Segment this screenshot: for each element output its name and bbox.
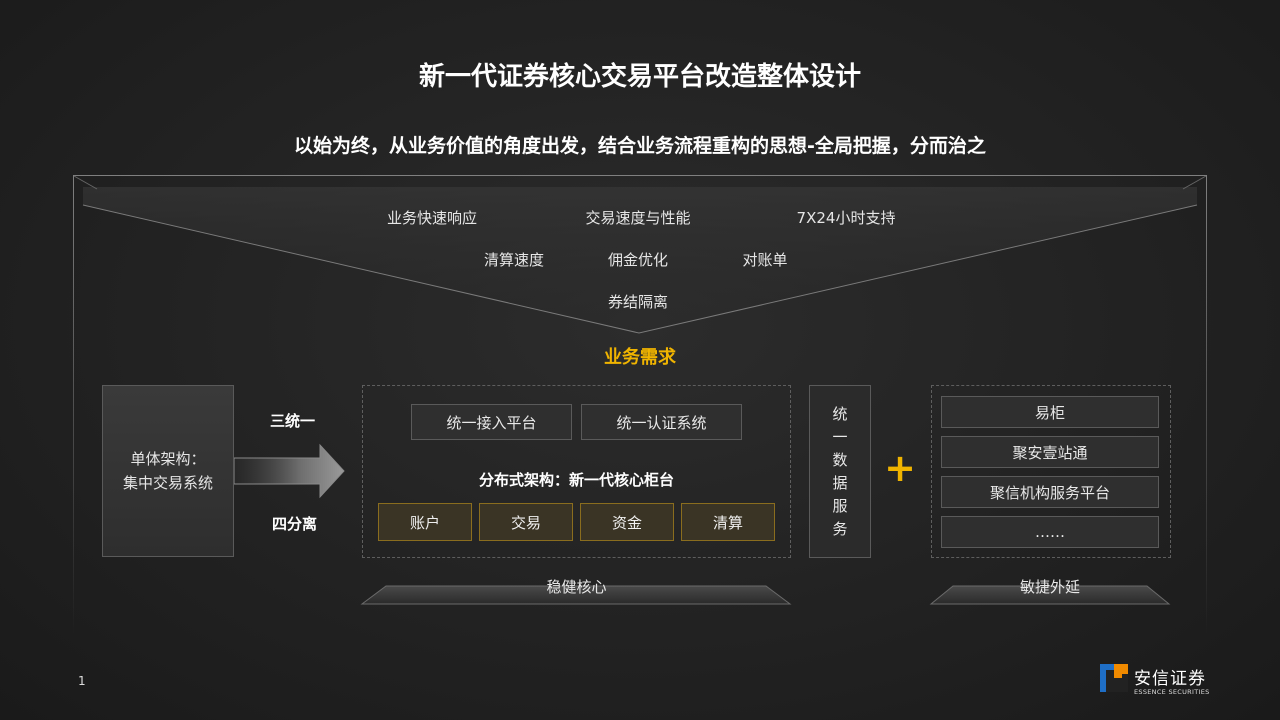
module-clearing: 清算 (681, 503, 775, 541)
requirements-title: 业务需求 (604, 347, 676, 368)
unified-data-char: 一 (832, 427, 848, 446)
unified-access-platform: 统一接入平台 (411, 404, 572, 440)
company-logo: 安信证券 ESSENCE SECURITIES (1100, 662, 1220, 702)
logo-text-cn: 安信证券 (1134, 669, 1206, 689)
unified-data-char: 据 (832, 473, 848, 492)
requirement-item: 交易速度与性能 (585, 209, 691, 227)
module-funds: 资金 (580, 503, 674, 541)
requirement-item: 7X24小时支持 (796, 209, 896, 227)
requirement-item: 对账单 (742, 251, 788, 269)
unified-data-service: 统 一 数 据 服 务 (809, 385, 871, 558)
legacy-line-1: 单体架构： (130, 450, 206, 468)
extension-base-label: 敏捷外延 (1019, 578, 1080, 596)
requirement-item: 券结隔离 (607, 293, 668, 311)
unified-data-char: 统 (832, 404, 848, 423)
plus-icon: + (884, 446, 916, 490)
distributed-architecture-label: 分布式架构：新一代核心柜台 (478, 471, 674, 489)
legacy-line-2: 集中交易系统 (122, 474, 213, 492)
transform-arrow-icon (234, 443, 345, 499)
legacy-system-box: 单体架构： 集中交易系统 (102, 385, 234, 557)
logo-text-en: ESSENCE SECURITIES (1134, 688, 1210, 696)
page-number: 1 (78, 674, 86, 688)
extension-item: 易柜 (941, 396, 1159, 428)
arrow-top-label: 三统一 (270, 412, 316, 430)
extension-box: 易柜 聚安壹站通 聚信机构服务平台 …… (931, 385, 1171, 558)
module-trading: 交易 (479, 503, 573, 541)
unified-data-char: 数 (832, 450, 848, 469)
slide-title: 新一代证券核心交易平台改造整体设计 (418, 62, 861, 92)
logo-mark-icon (1100, 664, 1128, 692)
unified-data-char: 务 (832, 519, 848, 538)
unified-auth-system: 统一认证系统 (581, 404, 742, 440)
slide-subtitle: 以始为终，从业务价值的角度出发，结合业务流程重构的思想-全局把握，分而治之 (294, 135, 986, 157)
requirement-item: 业务快速响应 (386, 209, 477, 227)
core-base-label: 稳健核心 (546, 578, 607, 596)
extension-item: 聚信机构服务平台 (941, 476, 1159, 508)
module-account: 账户 (378, 503, 472, 541)
extension-item: 聚安壹站通 (941, 436, 1159, 468)
unified-data-char: 服 (832, 496, 848, 515)
arrow-bottom-label: 四分离 (272, 515, 318, 533)
extension-item: …… (941, 516, 1159, 548)
